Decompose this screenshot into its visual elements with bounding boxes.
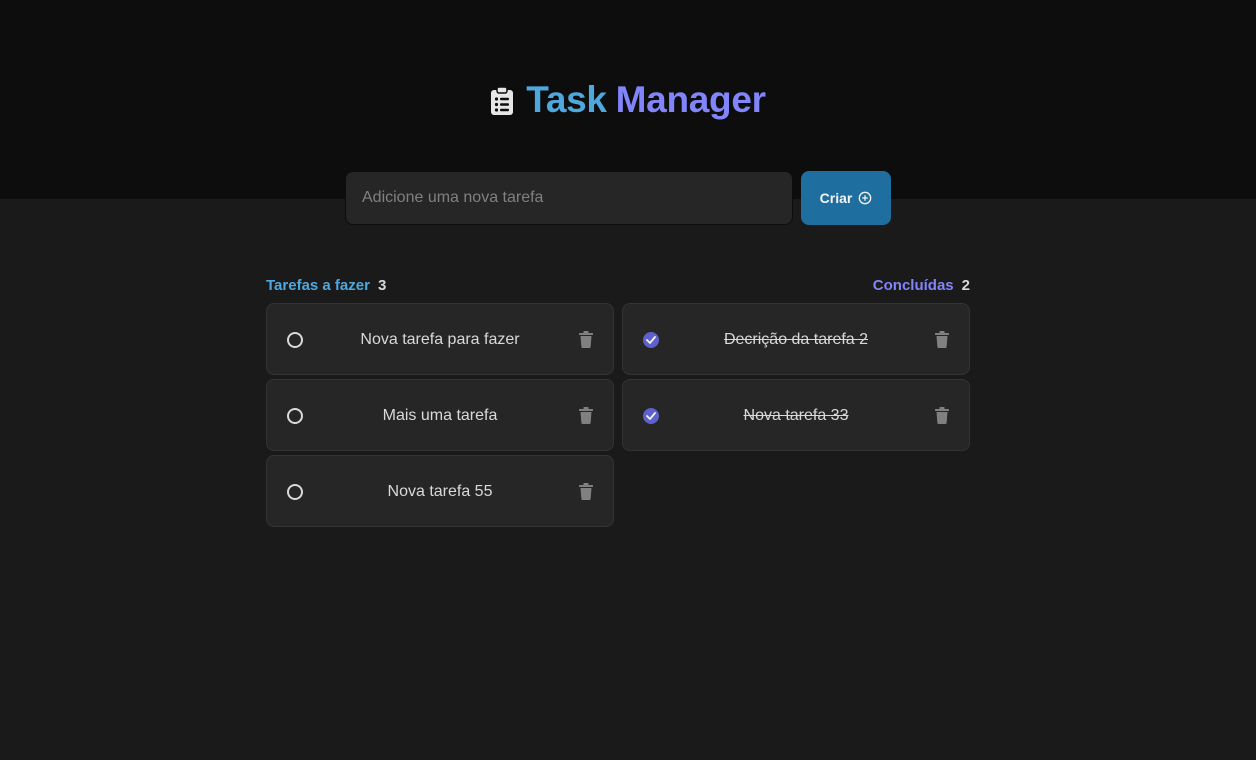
task-text: Mais uma tarefa <box>382 407 498 424</box>
task-card-done: Decrição da tarefa 2 <box>622 303 970 375</box>
new-task-form: Criar <box>345 171 891 225</box>
app-title: Task Manager <box>0 78 1256 122</box>
todo-header: Tarefas a fazer 3 <box>266 275 386 295</box>
title-word-manager: Manager <box>615 79 766 120</box>
trash-icon[interactable] <box>935 331 949 348</box>
task-text: Nova tarefa 55 <box>387 483 493 500</box>
task-card: Mais uma tarefa <box>266 379 614 451</box>
done-label: Concluídas <box>872 276 954 294</box>
unchecked-circle-icon[interactable] <box>287 332 303 348</box>
done-list: Decrição da tarefa 2 Nova tarefa 33 <box>622 303 970 451</box>
todo-label: Tarefas a fazer <box>266 276 370 294</box>
task-card-done: Nova tarefa 33 <box>622 379 970 451</box>
title-word-task: Task <box>526 79 607 120</box>
trash-icon[interactable] <box>579 407 593 424</box>
new-task-input[interactable] <box>345 171 793 225</box>
unchecked-circle-icon[interactable] <box>287 408 303 424</box>
task-card: Nova tarefa 55 <box>266 455 614 527</box>
task-text: Nova tarefa para fazer <box>360 331 520 348</box>
clipboard-list-icon <box>491 86 514 115</box>
create-button-label: Criar <box>819 190 853 206</box>
done-count: 2 <box>961 276 970 294</box>
todo-list: Nova tarefa para fazer Mais uma tarefa N… <box>266 303 614 527</box>
task-text: Nova tarefa 33 <box>743 407 849 424</box>
trash-icon[interactable] <box>579 483 593 500</box>
done-header: Concluídas 2 <box>873 275 970 295</box>
create-button[interactable]: Criar <box>801 171 891 225</box>
trash-icon[interactable] <box>935 407 949 424</box>
task-text: Decrição da tarefa 2 <box>723 331 869 348</box>
plus-circle-icon <box>859 191 872 205</box>
checked-circle-icon[interactable] <box>643 332 659 348</box>
task-card: Nova tarefa para fazer <box>266 303 614 375</box>
todo-count: 3 <box>377 276 387 294</box>
trash-icon[interactable] <box>579 331 593 348</box>
checked-circle-icon[interactable] <box>643 408 659 424</box>
unchecked-circle-icon[interactable] <box>287 484 303 500</box>
